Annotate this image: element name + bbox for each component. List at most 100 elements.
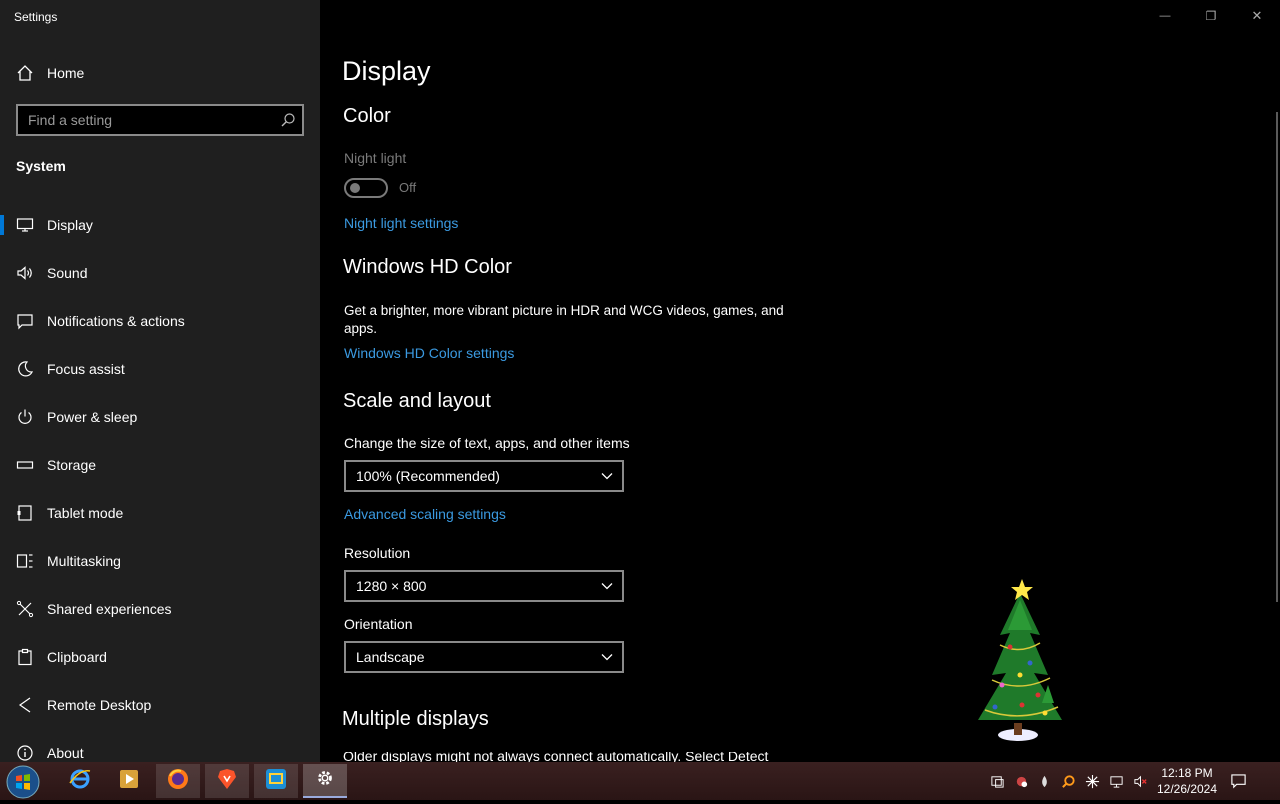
window-title: Settings [14,10,58,24]
search-input[interactable]: Find a setting [16,104,304,136]
action-center-icon[interactable] [1226,762,1250,800]
chevron-down-icon [600,650,614,664]
sidebar-item-storage[interactable]: Storage [0,443,320,487]
section-heading-scale-layout: Scale and layout [343,390,491,412]
restore-button[interactable]: ❐ [1188,0,1234,32]
scale-size-label: Change the size of text, apps, and other… [344,435,630,451]
power-icon [16,408,34,426]
sidebar-item-label: Multitasking [47,553,121,569]
section-heading-color: Color [343,105,391,127]
sidebar-item-notifications[interactable]: Notifications & actions [0,299,320,343]
taskbar-settings[interactable] [303,764,347,798]
section-label-system: System [16,158,66,174]
sidebar-item-home[interactable]: Home [0,51,320,95]
scrollbar[interactable] [1276,112,1278,602]
tray-snowflake-icon[interactable] [1081,762,1103,800]
moon-icon [16,360,34,378]
clock-time: 12:18 PM [1161,766,1213,780]
orientation-label: Orientation [344,616,413,632]
taskbar-brave[interactable] [205,764,249,798]
sidebar-item-remote-desktop[interactable]: Remote Desktop [0,683,320,727]
orientation-dropdown[interactable]: Landscape [344,641,624,673]
media-player-icon [117,767,141,796]
sidebar-item-label: Power & sleep [47,409,138,425]
monitor-icon [16,216,34,234]
scale-dropdown[interactable]: 100% (Recommended) [344,460,624,492]
page-title: Display [342,56,431,86]
multiple-displays-description: Older displays might not always connect … [343,752,783,762]
tray-app-icon[interactable] [1010,762,1032,800]
sidebar-item-label: Tablet mode [47,505,124,521]
brave-icon [215,767,239,796]
sidebar-item-focus-assist[interactable]: Focus assist [0,347,320,391]
sidebar-item-shared-experiences[interactable]: Shared experiences [0,587,320,631]
search-placeholder: Find a setting [28,112,113,128]
sidebar-item-label: Clipboard [47,649,107,665]
tray-search-icon[interactable] [1057,762,1079,800]
night-light-label: Night light [344,150,407,166]
sidebar-item-clipboard[interactable]: Clipboard [0,635,320,679]
sidebar: Settings Home Find a setting System Disp… [0,0,320,762]
clock-date: 12/26/2024 [1156,782,1218,796]
sidebar-item-label: Focus assist [47,361,125,377]
storage-icon [16,456,34,474]
sidebar-item-label: Notifications & actions [47,313,185,329]
chevron-down-icon [600,469,614,483]
sidebar-item-label: Display [47,217,93,233]
info-icon [16,744,34,762]
chevron-down-icon [600,579,614,593]
sidebar-item-sound[interactable]: Sound [0,251,320,295]
resolution-dropdown[interactable]: 1280 × 800 [344,570,624,602]
tray-device-icon[interactable] [986,762,1008,800]
advanced-scaling-link[interactable]: Advanced scaling settings [344,506,506,522]
internet-explorer-icon [68,767,92,796]
sidebar-item-tablet-mode[interactable]: Tablet mode [0,491,320,535]
sidebar-item-label: Remote Desktop [47,697,152,713]
sidebar-item-label: Sound [47,265,88,281]
scale-dropdown-value: 100% (Recommended) [356,468,500,484]
sidebar-item-label: Shared experiences [47,601,172,617]
hd-color-description: Get a brighter, more vibrant picture in … [344,303,784,336]
start-button[interactable] [6,765,40,799]
remote-app-icon [264,767,288,796]
section-heading-multiple-displays: Multiple displays [342,708,489,730]
hd-color-settings-link[interactable]: Windows HD Color settings [344,345,514,361]
gear-icon [314,767,336,794]
night-light-settings-link[interactable]: Night light settings [344,215,458,231]
minimize-button[interactable]: — [1142,0,1188,32]
tray-drop-icon[interactable] [1033,762,1055,800]
night-light-state: Off [399,180,417,195]
close-button[interactable]: ✕ [1234,0,1280,32]
sidebar-item-label: About [47,745,84,761]
firefox-icon [166,767,190,796]
section-heading-hd-color: Windows HD Color [343,256,512,278]
tray-network-icon[interactable] [1105,762,1127,800]
taskbar-media-player[interactable] [107,764,151,798]
toggle-knob [350,183,360,193]
taskbar-internet-explorer[interactable] [58,764,102,798]
sidebar-item-label: Home [47,65,85,81]
sidebar-item-power-sleep[interactable]: Power & sleep [0,395,320,439]
christmas-tree-image [970,575,1070,745]
taskbar-clock[interactable]: 12:18 PM 12/26/2024 [1150,762,1224,800]
tablet-icon [16,504,34,522]
multiple-displays-text: Older displays might not always connect … [343,752,769,762]
taskbar: 12:18 PM 12/26/2024 [0,762,1280,800]
resolution-dropdown-value: 1280 × 800 [356,578,427,594]
clipboard-icon [16,648,34,666]
sidebar-item-label: Storage [47,457,97,473]
sidebar-item-display[interactable]: Display [0,203,320,247]
home-icon [16,64,34,82]
resolution-label: Resolution [344,545,411,561]
main-content: — ❐ ✕ Display Color Night light Off Nigh… [320,0,1280,762]
sidebar-item-about[interactable]: About [0,731,320,762]
speaker-icon [16,264,34,282]
taskbar-remote-app[interactable] [254,764,298,798]
sidebar-item-multitasking[interactable]: Multitasking [0,539,320,583]
taskbar-firefox[interactable] [156,764,200,798]
message-icon [16,312,34,330]
tray-volume-muted-icon[interactable] [1129,762,1151,800]
shared-icon [16,600,34,618]
orientation-dropdown-value: Landscape [356,649,425,665]
night-light-toggle[interactable] [344,178,388,198]
